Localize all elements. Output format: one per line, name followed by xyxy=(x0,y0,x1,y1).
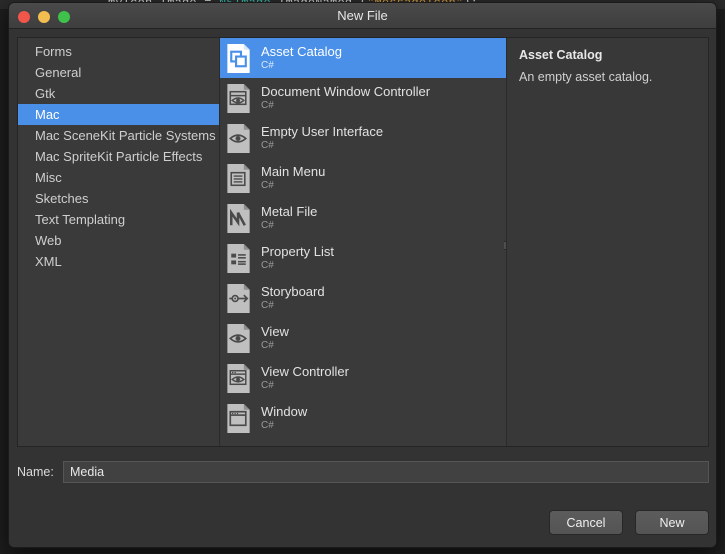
category-item-label: Mac SpriteKit Particle Effects xyxy=(35,149,203,164)
panes-container: Forms General Gtk Mac Mac SceneKit Particle … xyxy=(17,37,709,447)
template-language: C# xyxy=(261,260,274,271)
metal-file-icon xyxy=(225,203,253,234)
new-button[interactable]: New xyxy=(635,510,709,535)
detail-title: Asset Catalog xyxy=(519,48,603,62)
template-list-item[interactable]: Asset Catalog C# xyxy=(220,38,506,78)
category-item[interactable]: Mac SpriteKit Particle Effects xyxy=(18,146,219,167)
template-list-item[interactable]: View Controller C# xyxy=(220,358,506,398)
template-list-item[interactable]: Empty User Interface C# xyxy=(220,118,506,158)
category-item[interactable]: Text Templating xyxy=(18,209,219,230)
category-item[interactable]: Mac xyxy=(18,104,219,125)
category-item-label: Text Templating xyxy=(35,212,126,227)
new-file-dialog: New File Forms General Gtk Mac Mac SceneKit … xyxy=(8,2,717,548)
name-label: Name: xyxy=(17,465,54,479)
detail-description: An empty asset catalog. xyxy=(519,70,653,84)
template-language: C# xyxy=(261,380,274,391)
splitter-grip[interactable] xyxy=(504,241,506,250)
template-title: View Controller xyxy=(261,364,349,379)
cancel-button[interactable]: Cancel xyxy=(549,510,623,535)
asset-catalog-icon xyxy=(225,43,253,74)
document-window-controller-icon xyxy=(225,83,253,114)
dialog-body: Forms General Gtk Mac Mac SceneKit Particle … xyxy=(9,29,716,547)
template-language: C# xyxy=(261,420,274,431)
empty-user-interface-icon xyxy=(225,123,253,154)
template-language: C# xyxy=(261,140,274,151)
view-controller-icon xyxy=(225,363,253,394)
template-language: C# xyxy=(261,100,274,111)
template-title: Metal File xyxy=(261,204,318,219)
name-input[interactable] xyxy=(63,461,709,483)
category-item[interactable]: Forms xyxy=(18,41,219,62)
category-item-label: Mac xyxy=(35,107,60,122)
template-list-item[interactable]: Storyboard C# xyxy=(220,278,506,318)
template-list-item[interactable]: Metal File C# xyxy=(220,198,506,238)
category-item[interactable]: Misc xyxy=(18,167,219,188)
category-item-label: XML xyxy=(35,254,62,269)
category-item[interactable]: Sketches xyxy=(18,188,219,209)
name-row: Name: xyxy=(17,461,709,483)
category-item[interactable]: Gtk xyxy=(18,83,219,104)
template-title: Window xyxy=(261,404,308,419)
category-item-label: Forms xyxy=(35,44,72,59)
template-language: C# xyxy=(261,220,274,231)
window-icon xyxy=(225,403,253,434)
dialog-title: New File xyxy=(337,8,388,23)
storyboard-icon xyxy=(225,283,253,314)
template-list-item[interactable]: View C# xyxy=(220,318,506,358)
template-title: Main Menu xyxy=(261,164,326,179)
category-item-label: General xyxy=(35,65,82,80)
template-title: Storyboard xyxy=(261,284,325,299)
dialog-titlebar: New File xyxy=(9,3,716,29)
template-list-item[interactable]: Document Window Controller C# xyxy=(220,78,506,118)
category-item-label: Web xyxy=(35,233,62,248)
template-list-item[interactable]: Property List C# xyxy=(220,238,506,278)
template-language: C# xyxy=(261,340,274,351)
category-item[interactable]: Web xyxy=(18,230,219,251)
template-language: C# xyxy=(261,300,274,311)
template-language: C# xyxy=(261,60,274,71)
main-menu-icon xyxy=(225,163,253,194)
template-list-item[interactable]: Window C# xyxy=(220,398,506,438)
dialog-action-bar: Cancel New xyxy=(549,510,709,535)
template-detail-pane: Asset Catalog An empty asset catalog. xyxy=(507,38,708,446)
template-language: C# xyxy=(261,180,274,191)
category-item-label: Gtk xyxy=(35,86,56,101)
template-list-panel[interactable]: Asset Catalog C# Document Window Controlle… xyxy=(220,38,507,446)
category-item-label: Misc xyxy=(35,170,62,185)
category-item-label: Sketches xyxy=(35,191,89,206)
category-item[interactable]: Mac SceneKit Particle Systems xyxy=(18,125,219,146)
category-sidebar[interactable]: Forms General Gtk Mac Mac SceneKit Particle … xyxy=(18,38,220,446)
category-item[interactable]: XML xyxy=(18,251,219,272)
property-list-icon xyxy=(225,243,253,274)
template-title: Document Window Controller xyxy=(261,84,431,99)
view-icon xyxy=(225,323,253,354)
template-title: View xyxy=(261,324,289,339)
template-list[interactable]: Asset Catalog C# Document Window Controlle… xyxy=(220,38,506,438)
category-item[interactable]: General xyxy=(18,62,219,83)
template-list-item[interactable]: Main Menu C# xyxy=(220,158,506,198)
template-title: Asset Catalog xyxy=(261,44,342,59)
category-item-label: Mac SceneKit Particle Systems xyxy=(35,128,216,143)
template-title: Empty User Interface xyxy=(261,124,384,139)
template-title: Property List xyxy=(261,244,334,259)
